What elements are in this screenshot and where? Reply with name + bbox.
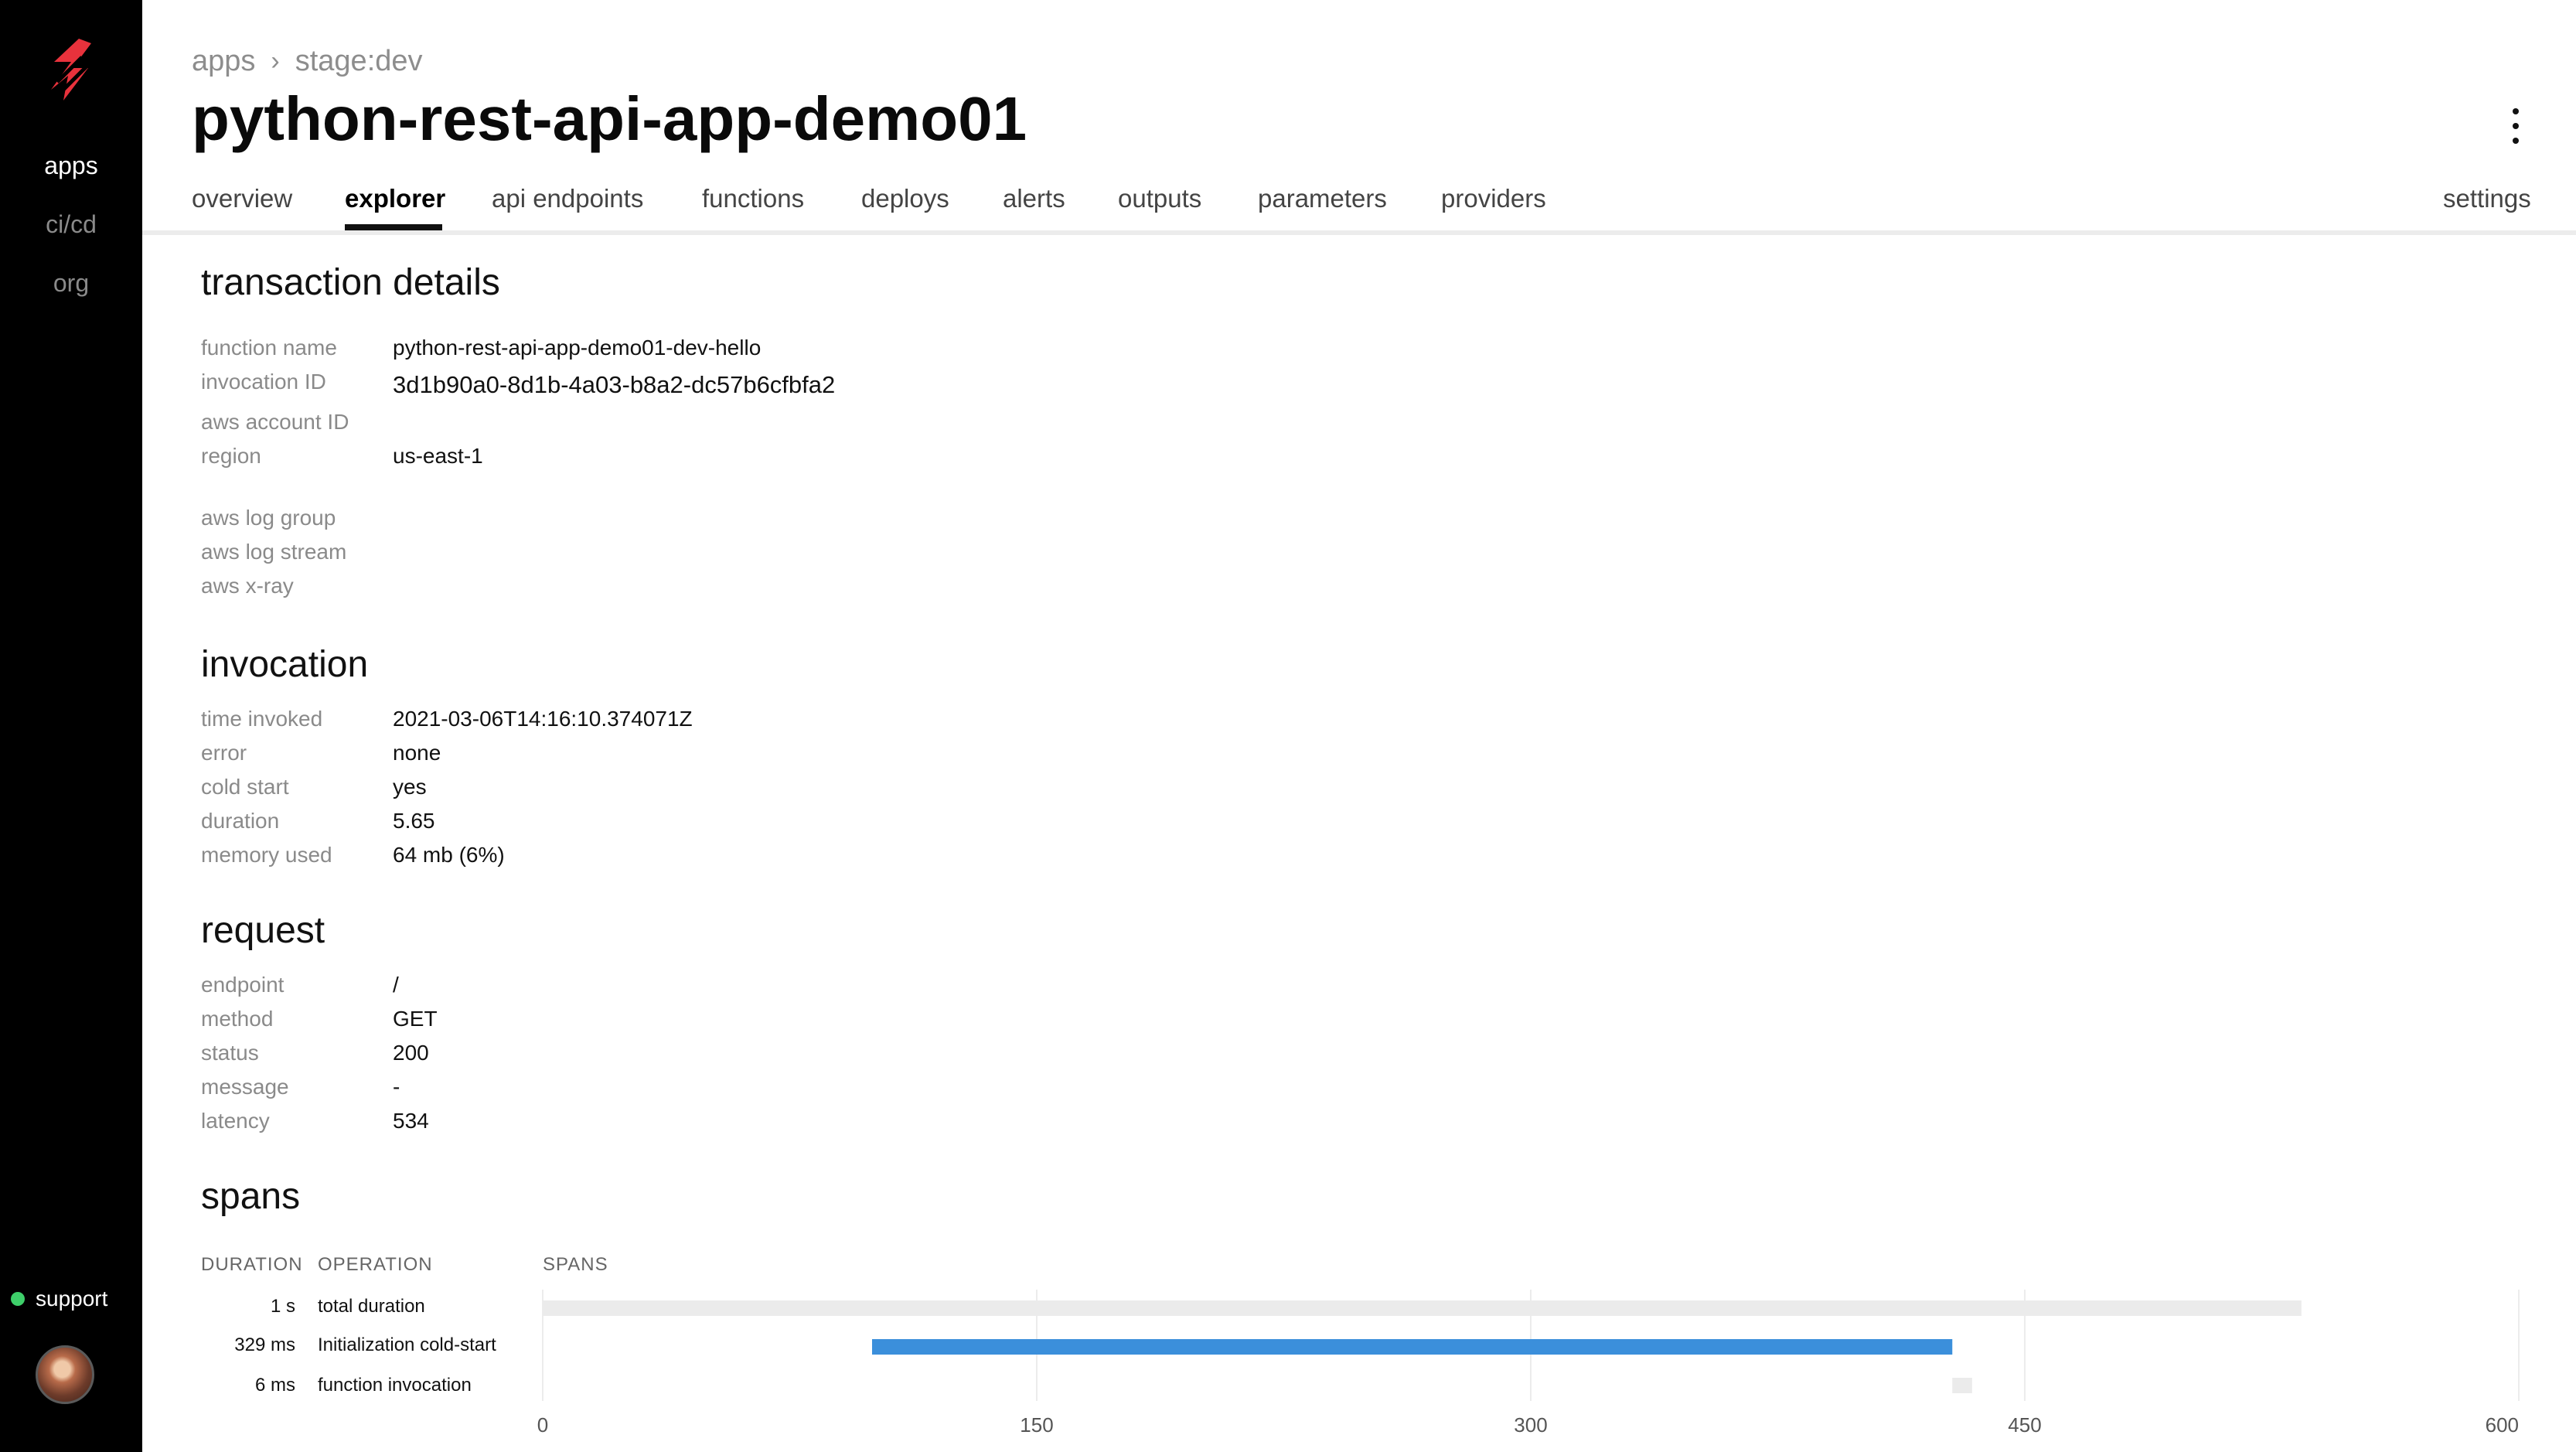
span-operation-invocation[interactable]: function invocation [318,1375,472,1396]
spans-timeline-chart: 0 150 300 450 600 [537,1290,2520,1437]
x-tick-label: 300 [1514,1413,1547,1437]
sidebar-item-apps[interactable]: apps [0,152,142,180]
value-region: us-east-1 [393,444,483,468]
label-function-name: function name [201,336,337,360]
value-error: none [393,741,441,765]
tab-alerts[interactable]: alerts [1003,184,1065,213]
label-invocation-id: invocation ID [201,370,326,394]
value-time-invoked: 2021-03-06T14:16:10.374071Z [393,707,693,731]
value-status: 200 [393,1041,429,1065]
value-message: - [393,1075,400,1099]
tab-outputs[interactable]: outputs [1118,184,1201,213]
span-duration-total: 1 s [270,1296,295,1317]
breadcrumb: apps › stage:dev [192,45,423,78]
label-aws-log-group: aws log group [201,506,336,530]
status-dot-icon [11,1292,25,1306]
span-bar-total-duration[interactable] [543,1300,2302,1316]
label-cold-start: cold start [201,775,289,799]
section-title-spans: spans [201,1176,301,1217]
label-memory-used: memory used [201,843,332,867]
page-title: python-rest-api-app-demo01 [192,84,1027,153]
span-operation-init[interactable]: Initialization cold-start [318,1334,496,1356]
x-tick-label: 150 [1020,1413,1053,1437]
label-time-invoked: time invoked [201,707,323,731]
support-link[interactable]: support [11,1287,107,1311]
spans-header-spans: SPANS [543,1254,608,1275]
x-tick-label: 600 [2486,1413,2519,1437]
label-method: method [201,1007,274,1031]
value-method: GET [393,1007,438,1031]
section-title-invocation: invocation [201,644,369,685]
value-duration: 5.65 [393,809,435,833]
tabs-divider [142,230,2576,235]
tab-api-endpoints[interactable]: api endpoints [492,184,643,213]
active-tab-indicator [345,224,442,230]
more-vertical-icon[interactable] [2508,108,2523,144]
label-aws-account-id: aws account ID [201,410,349,434]
label-duration: duration [201,809,280,833]
tab-deploys[interactable]: deploys [861,184,949,213]
breadcrumb-apps[interactable]: apps [192,45,255,78]
breadcrumb-stage[interactable]: stage:dev [295,45,423,78]
spans-header-duration: DURATION [201,1254,303,1275]
label-message: message [201,1075,289,1099]
label-region: region [201,444,261,468]
x-tick-label: 450 [2008,1413,2041,1437]
value-invocation-id: 3d1b90a0-8d1b-4a03-b8a2-dc57b6cfbfa2 [393,371,836,398]
span-bar-initialization-cold-start[interactable] [872,1339,1953,1355]
tab-providers[interactable]: providers [1441,184,1546,213]
span-duration-init: 329 ms [234,1334,295,1355]
label-aws-log-stream: aws log stream [201,540,347,564]
sidebar-item-cicd[interactable]: ci/cd [0,210,142,239]
value-latency: 534 [393,1109,429,1133]
sidebar-item-org[interactable]: org [0,269,142,298]
value-cold-start: yes [393,775,427,799]
tab-functions[interactable]: functions [702,184,804,213]
x-tick-label: 0 [537,1413,548,1437]
tab-overview[interactable]: overview [192,184,292,213]
span-bar-function-invocation[interactable] [1952,1378,1972,1393]
value-function-name: python-rest-api-app-demo01-dev-hello [393,336,762,360]
avatar[interactable] [36,1345,94,1404]
span-duration-invocation: 6 ms [254,1375,295,1396]
span-operation-total[interactable]: total duration [318,1296,425,1317]
label-latency: latency [201,1109,270,1133]
label-status: status [201,1041,259,1065]
sidebar: apps ci/cd org support [0,0,142,1452]
section-title-request: request [201,910,325,951]
tab-parameters[interactable]: parameters [1258,184,1387,213]
value-endpoint: / [393,973,399,997]
chevron-right-icon: › [271,46,280,76]
label-aws-xray: aws x-ray [201,574,294,598]
spans-header-operation: OPERATION [318,1254,433,1275]
label-endpoint: endpoint [201,973,285,997]
section-title-transaction: transaction details [201,262,500,303]
tab-settings[interactable]: settings [2443,184,2531,213]
support-label: support [36,1287,108,1311]
bolt-logo-icon[interactable] [34,36,108,107]
value-memory-used: 64 mb (6%) [393,843,505,867]
tab-explorer[interactable]: explorer [345,184,445,213]
label-error: error [201,741,247,765]
